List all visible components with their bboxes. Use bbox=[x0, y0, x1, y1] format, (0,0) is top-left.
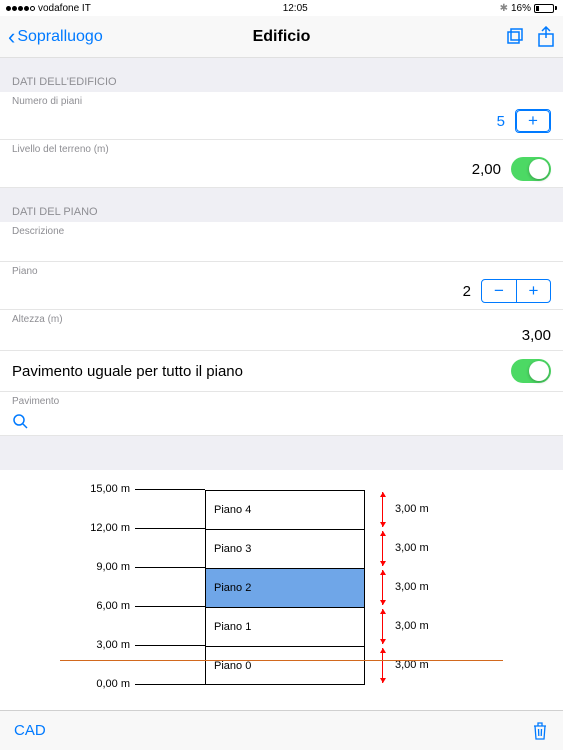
diagram-height-label: 3,00 m bbox=[395, 503, 429, 515]
row-pavement: Pavimento bbox=[0, 392, 563, 407]
section-header-floor: DATI DEL PIANO bbox=[0, 188, 563, 222]
carrier-label: vodafone IT bbox=[38, 3, 91, 14]
same-pavement-label: Pavimento uguale per tutto il piano bbox=[12, 363, 243, 380]
floor-label: Piano bbox=[0, 262, 563, 277]
bottom-toolbar: CAD bbox=[0, 710, 563, 750]
duplicate-icon[interactable] bbox=[505, 27, 525, 47]
row-num-floors: Numero di piani 5 + bbox=[0, 92, 563, 140]
diagram-floor[interactable]: Piano 1 bbox=[205, 607, 365, 646]
signal-strength-icon bbox=[6, 6, 35, 11]
floor-plus-button[interactable]: + bbox=[516, 280, 550, 302]
same-pavement-switch[interactable] bbox=[511, 359, 551, 383]
diagram-tick bbox=[135, 489, 205, 490]
num-floors-stepper: + bbox=[515, 109, 551, 133]
diagram-floor[interactable]: Piano 4 bbox=[205, 490, 365, 529]
diagram-tick bbox=[135, 684, 205, 685]
diagram-tick-label: 0,00 m bbox=[70, 678, 130, 690]
description-label: Descrizione bbox=[0, 222, 563, 237]
diagram-height-label: 3,00 m bbox=[395, 581, 429, 593]
row-ground-level: Livello del terreno (m) 2,00 bbox=[0, 140, 563, 188]
pavement-label: Pavimento bbox=[0, 392, 563, 407]
ground-level-label: Livello del terreno (m) bbox=[0, 140, 563, 155]
section-spacer bbox=[0, 436, 563, 470]
diagram-arrow-icon bbox=[382, 531, 383, 566]
diagram-arrow-icon bbox=[382, 609, 383, 644]
building-diagram: 15,00 m Piano 4 3,00 m 12,00 m Piano 3 3,00 m… bbox=[0, 470, 563, 734]
num-floors-label: Numero di piani bbox=[0, 92, 563, 107]
nav-bar: ‹ Sopralluogo Edificio bbox=[0, 16, 563, 58]
diagram-tick-label: 15,00 m bbox=[70, 483, 130, 495]
diagram-tick bbox=[135, 567, 205, 568]
diagram-floor[interactable]: Piano 2 bbox=[205, 568, 365, 607]
search-icon[interactable] bbox=[12, 413, 551, 429]
diagram-tick bbox=[135, 528, 205, 529]
floor-stepper: − + bbox=[481, 279, 551, 303]
ground-line bbox=[60, 660, 503, 661]
back-button[interactable]: ‹ Sopralluogo bbox=[8, 24, 103, 50]
share-icon[interactable] bbox=[537, 26, 555, 48]
diagram-tick-label: 12,00 m bbox=[70, 522, 130, 534]
floor-height-value: 3,00 bbox=[522, 327, 551, 344]
cad-button[interactable]: CAD bbox=[14, 722, 46, 739]
row-floor-number: Piano 2 − + bbox=[0, 262, 563, 310]
diagram-tick-label: 3,00 m bbox=[70, 639, 130, 651]
floor-height-label: Altezza (m) bbox=[0, 310, 563, 325]
diagram-height-label: 3,00 m bbox=[395, 620, 429, 632]
row-description[interactable]: Descrizione bbox=[0, 222, 563, 262]
diagram-tick bbox=[135, 606, 205, 607]
diagram-height-label: 3,00 m bbox=[395, 542, 429, 554]
diagram-arrow-icon bbox=[382, 648, 383, 683]
diagram-tick-label: 6,00 m bbox=[70, 600, 130, 612]
diagram-arrow-icon bbox=[382, 570, 383, 605]
back-label: Sopralluogo bbox=[17, 28, 102, 46]
row-pavement-search bbox=[0, 407, 563, 436]
diagram-floor[interactable]: Piano 0 bbox=[205, 646, 365, 685]
row-same-pavement: Pavimento uguale per tutto il piano bbox=[0, 351, 563, 392]
chevron-left-icon: ‹ bbox=[8, 24, 15, 50]
diagram-arrow-icon bbox=[382, 492, 383, 527]
diagram-tick bbox=[135, 645, 205, 646]
trash-icon[interactable] bbox=[531, 721, 549, 741]
ground-level-value: 2,00 bbox=[472, 161, 501, 178]
diagram-floor[interactable]: Piano 3 bbox=[205, 529, 365, 568]
page-title: Edificio bbox=[128, 28, 435, 46]
floor-minus-button[interactable]: − bbox=[482, 280, 516, 302]
status-time: 12:05 bbox=[283, 3, 308, 14]
diagram-tick-label: 9,00 m bbox=[70, 561, 130, 573]
bluetooth-icon: ✱ bbox=[500, 3, 508, 14]
battery-percent: 16% bbox=[511, 3, 531, 14]
section-header-building: DATI DELL'EDIFICIO bbox=[0, 58, 563, 92]
num-floors-value: 5 bbox=[497, 113, 505, 130]
status-bar: vodafone IT 12:05 ✱ 16% bbox=[0, 0, 563, 16]
row-floor-height[interactable]: Altezza (m) 3,00 bbox=[0, 310, 563, 351]
floor-number-value: 2 bbox=[463, 283, 471, 300]
battery-icon bbox=[534, 4, 557, 13]
ground-level-switch[interactable] bbox=[511, 157, 551, 181]
num-floors-plus-button[interactable]: + bbox=[516, 110, 550, 132]
